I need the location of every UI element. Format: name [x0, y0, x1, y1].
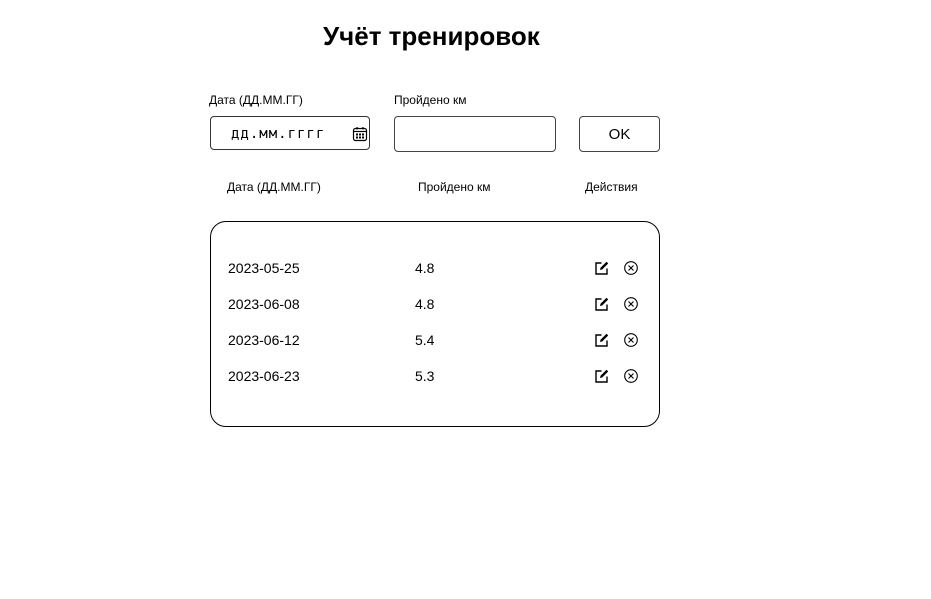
- table-row: 2023-06-12 5.4: [211, 328, 659, 352]
- page-title: Учёт тренировок: [323, 21, 540, 51]
- close-circle-icon[interactable]: [623, 368, 639, 384]
- km-input[interactable]: [394, 116, 556, 152]
- close-circle-icon[interactable]: [623, 260, 639, 276]
- row-km: 5.4: [415, 332, 435, 348]
- row-date: 2023-06-23: [228, 368, 300, 384]
- row-km: 4.8: [415, 260, 435, 276]
- column-header-actions: Действия: [585, 180, 638, 194]
- calendar-icon[interactable]: [352, 126, 368, 142]
- row-km: 5.3: [415, 368, 435, 384]
- date-placeholder: дд.мм.гггг: [231, 126, 326, 142]
- date-input[interactable]: дд.мм.гггг: [210, 116, 370, 150]
- row-date: 2023-05-25: [228, 260, 300, 276]
- ok-button[interactable]: OK: [579, 116, 660, 152]
- edit-icon[interactable]: [594, 260, 610, 276]
- workouts-table: 2023-05-25 4.8 2023-06-08 4.8 2023-06-12…: [210, 221, 660, 427]
- edit-icon[interactable]: [594, 368, 610, 384]
- column-header-date: Дата (ДД.ММ.ГГ): [227, 180, 321, 194]
- table-row: 2023-06-08 4.8: [211, 292, 659, 316]
- date-label: Дата (ДД.ММ.ГГ): [209, 93, 303, 107]
- edit-icon[interactable]: [594, 296, 610, 312]
- row-km: 4.8: [415, 296, 435, 312]
- table-row: 2023-05-25 4.8: [211, 256, 659, 280]
- row-date: 2023-06-12: [228, 332, 300, 348]
- row-date: 2023-06-08: [228, 296, 300, 312]
- km-label: Пройдено км: [394, 93, 467, 107]
- close-circle-icon[interactable]: [623, 332, 639, 348]
- edit-icon[interactable]: [594, 332, 610, 348]
- close-circle-icon[interactable]: [623, 296, 639, 312]
- column-header-km: Пройдено км: [418, 180, 491, 194]
- table-row: 2023-06-23 5.3: [211, 364, 659, 388]
